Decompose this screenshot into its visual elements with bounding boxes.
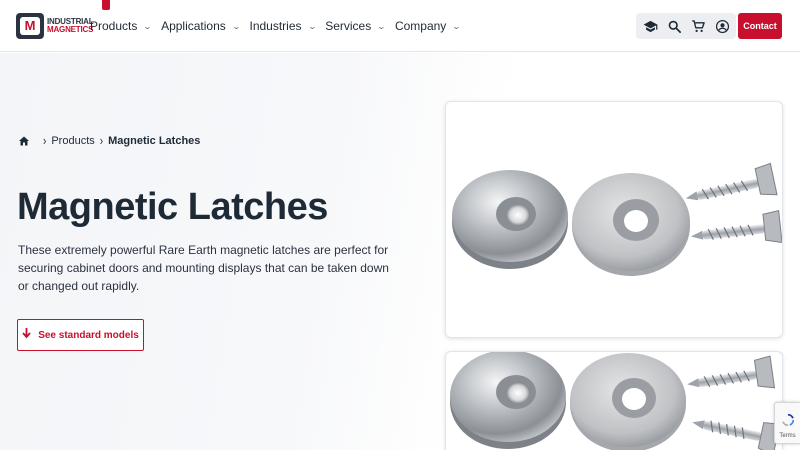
home-icon[interactable] bbox=[18, 135, 30, 147]
chevron-down-icon: ⌄ bbox=[231, 21, 241, 31]
nav-item-services[interactable]: Services ⌄ bbox=[325, 19, 387, 33]
chevron-down-icon: ⌄ bbox=[376, 21, 387, 31]
see-standard-models-button[interactable]: See standard models bbox=[17, 319, 144, 351]
site-header: INDUSTRIAL MAGNETICS Products ⌄ Applicat… bbox=[0, 0, 800, 52]
breadcrumb: › Products › Magnetic Latches bbox=[18, 134, 200, 148]
search-icon bbox=[668, 20, 681, 33]
nav-label: Industries bbox=[249, 19, 302, 33]
cart-icon bbox=[691, 19, 705, 32]
contact-button[interactable]: Contact bbox=[738, 13, 782, 39]
main-nav: Products ⌄ Applications ⌄ Industries ⌄ S… bbox=[90, 0, 470, 52]
recaptcha-icon bbox=[781, 413, 794, 427]
nav-label: Services bbox=[325, 19, 372, 33]
breadcrumb-products[interactable]: Products bbox=[51, 135, 94, 147]
nav-item-company[interactable]: Company ⌄ bbox=[394, 19, 462, 33]
nav-label: Applications bbox=[161, 19, 226, 33]
nav-item-industries[interactable]: Industries ⌄ bbox=[249, 19, 317, 33]
recaptcha-terms-link[interactable]: Terms bbox=[779, 433, 795, 439]
see-standard-models-label: See standard models bbox=[38, 329, 139, 341]
account-button[interactable] bbox=[711, 15, 733, 37]
chevron-down-icon: ⌄ bbox=[451, 21, 462, 31]
magnet-logo-icon bbox=[16, 13, 44, 39]
header-tools bbox=[636, 13, 736, 39]
nav-label: Company bbox=[394, 19, 447, 33]
recaptcha-badge[interactable]: Terms bbox=[774, 402, 800, 444]
arrow-down-icon bbox=[22, 328, 31, 342]
magnetic-latch-thumbnail-photo bbox=[450, 352, 781, 450]
magnetic-latch-photo bbox=[452, 162, 782, 276]
brand-line-2: MAGNETICS bbox=[47, 25, 94, 34]
graduation-cap-icon bbox=[643, 20, 657, 32]
cart-button[interactable] bbox=[687, 15, 709, 37]
chevron-down-icon: ⌄ bbox=[307, 21, 317, 31]
brand-logo[interactable]: INDUSTRIAL MAGNETICS bbox=[16, 12, 94, 40]
breadcrumb-separator-icon: › bbox=[99, 133, 104, 149]
nav-label: Products bbox=[90, 19, 138, 33]
training-button[interactable] bbox=[639, 15, 661, 37]
breadcrumb-separator-icon: › bbox=[43, 133, 47, 149]
brand-wordmark: INDUSTRIAL MAGNETICS bbox=[47, 18, 94, 34]
page-description: These extremely powerful Rare Earth magn… bbox=[18, 243, 389, 293]
breadcrumb-current: Magnetic Latches bbox=[108, 135, 201, 147]
nav-item-products[interactable]: Products ⌄ bbox=[90, 19, 153, 33]
nav-item-applications[interactable]: Applications ⌄ bbox=[161, 19, 241, 33]
chevron-down-icon: ⌄ bbox=[143, 21, 153, 31]
product-image-thumbnail[interactable] bbox=[445, 351, 783, 450]
account-icon bbox=[715, 19, 729, 33]
search-button[interactable] bbox=[663, 15, 685, 37]
product-image-main[interactable] bbox=[445, 101, 783, 338]
page-title: Magnetic Latches bbox=[17, 186, 328, 228]
